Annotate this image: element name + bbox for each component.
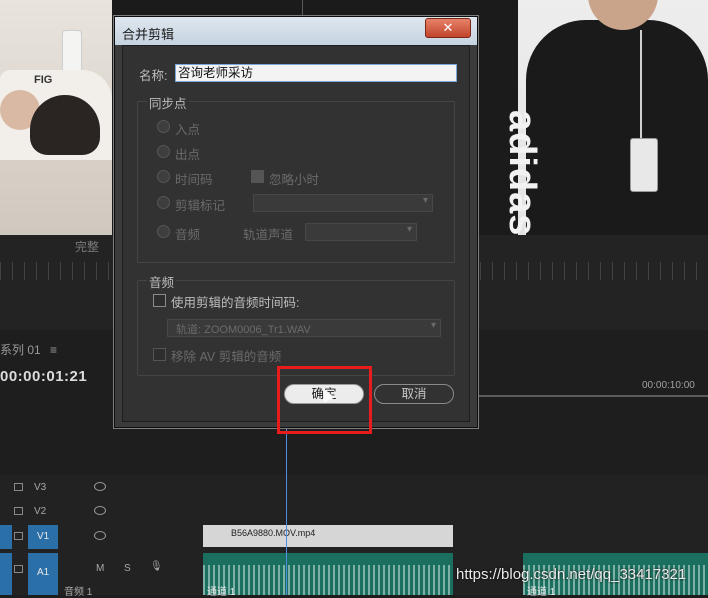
ignore-hours-checkbox[interactable]	[251, 170, 264, 183]
sequence-tab[interactable]: 系列 01 ≡	[0, 341, 57, 358]
sequence-name: 系列 01	[0, 343, 41, 357]
video-clip[interactable]: B56A9880.MOV.mp4	[203, 525, 453, 547]
remove-av-audio-label: 移除 AV 剪辑的音频	[171, 350, 282, 364]
waveform	[203, 565, 453, 595]
cancel-button[interactable]: 取消	[374, 384, 454, 404]
mic-icon[interactable]: 🎙	[150, 561, 163, 572]
track-v1: V1	[0, 525, 200, 549]
poster-text: FIG	[34, 74, 53, 86]
person-shape	[526, 20, 708, 235]
clip-channel-label: 通道 1	[207, 587, 236, 598]
track-target-v1[interactable]: V1	[28, 525, 58, 549]
clip-marker-label: 剪辑标记	[175, 199, 226, 213]
track-channel-label: 轨道声道	[243, 228, 294, 242]
chevron-down-icon: ▾	[430, 320, 436, 331]
name-label: 名称:	[139, 69, 168, 83]
close-button[interactable]: ✕	[425, 18, 471, 38]
eye-icon[interactable]	[94, 531, 106, 540]
lock-icon[interactable]	[14, 565, 23, 573]
hamburger-icon[interactable]: ≡	[50, 343, 57, 357]
dialog-titlebar[interactable]: 合并剪辑 ✕	[115, 17, 477, 45]
audio-legend: 音频	[147, 272, 177, 291]
lock-icon[interactable]	[14, 507, 23, 515]
id-badge	[630, 138, 658, 192]
mute-button[interactable]: M	[96, 563, 104, 574]
radio-clip-marker[interactable]	[157, 196, 170, 209]
source-video-frame: FIG	[0, 0, 112, 235]
track-v3: V3	[0, 476, 200, 500]
playback-resolution[interactable]: 完整	[75, 238, 99, 255]
track-name: A1	[37, 567, 50, 578]
close-icon: ✕	[442, 20, 454, 35]
radio-out-point[interactable]	[157, 145, 170, 158]
solo-button[interactable]: S	[124, 563, 131, 574]
track-v2: V2	[0, 500, 200, 524]
track-name: V1	[37, 531, 50, 542]
track-label: 音频 1	[64, 587, 93, 598]
track-channel-dropdown[interactable]: ▾	[305, 223, 417, 241]
timecode-label: 时间码	[175, 173, 213, 187]
track-name: V2	[34, 506, 47, 517]
out-point-label: 出点	[175, 148, 201, 162]
chevron-down-icon: ▾	[422, 195, 428, 206]
sync-point-legend: 同步点	[147, 93, 189, 112]
audio-sync-label: 音频	[175, 228, 201, 242]
eye-icon[interactable]	[94, 506, 106, 515]
audio-clip[interactable]: 通道 1	[203, 553, 453, 598]
name-input[interactable]: 咨询老师采访	[175, 64, 457, 82]
clip-marker-dropdown[interactable]: ▾	[253, 194, 433, 212]
source-patch[interactable]	[0, 525, 12, 549]
program-video-frame: adidas	[501, 0, 708, 236]
clip-channel-label: 通道 1	[527, 587, 556, 598]
lock-icon[interactable]	[14, 532, 23, 540]
radio-audio[interactable]	[157, 225, 170, 238]
use-audio-timecode-checkbox[interactable]	[153, 294, 166, 307]
track-a1: A1 M S 🎙 音频 1	[0, 553, 200, 598]
track-target-a1[interactable]: A1	[28, 553, 58, 595]
clip-name: B56A9880.MOV.mp4	[231, 528, 316, 538]
radio-in-point[interactable]	[157, 120, 170, 133]
audio-track-value: 轨道: ZOOM0006_Tr1.WAV	[176, 324, 311, 336]
lanyard-shape	[640, 30, 642, 140]
in-point-label: 入点	[175, 123, 201, 137]
radio-timecode[interactable]	[157, 170, 170, 183]
eye-icon[interactable]	[94, 482, 106, 491]
playhead-timecode[interactable]: 00:00:01:21	[0, 368, 87, 385]
dialog-title: 合并剪辑	[122, 27, 175, 42]
source-patch[interactable]	[0, 553, 12, 595]
ignore-hours-label: 忽略小时	[269, 173, 320, 187]
lock-icon[interactable]	[14, 483, 23, 491]
track-name: V3	[34, 482, 47, 493]
audio-track-dropdown[interactable]: 轨道: ZOOM0006_Tr1.WAV ▾	[167, 319, 441, 337]
chevron-down-icon: ▾	[406, 224, 412, 235]
shirt-brand-text: adidas	[501, 110, 543, 237]
use-audio-timecode-label: 使用剪辑的音频时间码:	[171, 296, 300, 310]
remove-av-audio-checkbox[interactable]	[153, 348, 166, 361]
watermark-text: https://blog.csdn.net/qq_33417321	[456, 566, 687, 583]
ruler-timecode: 00:00:10:00	[642, 380, 695, 391]
